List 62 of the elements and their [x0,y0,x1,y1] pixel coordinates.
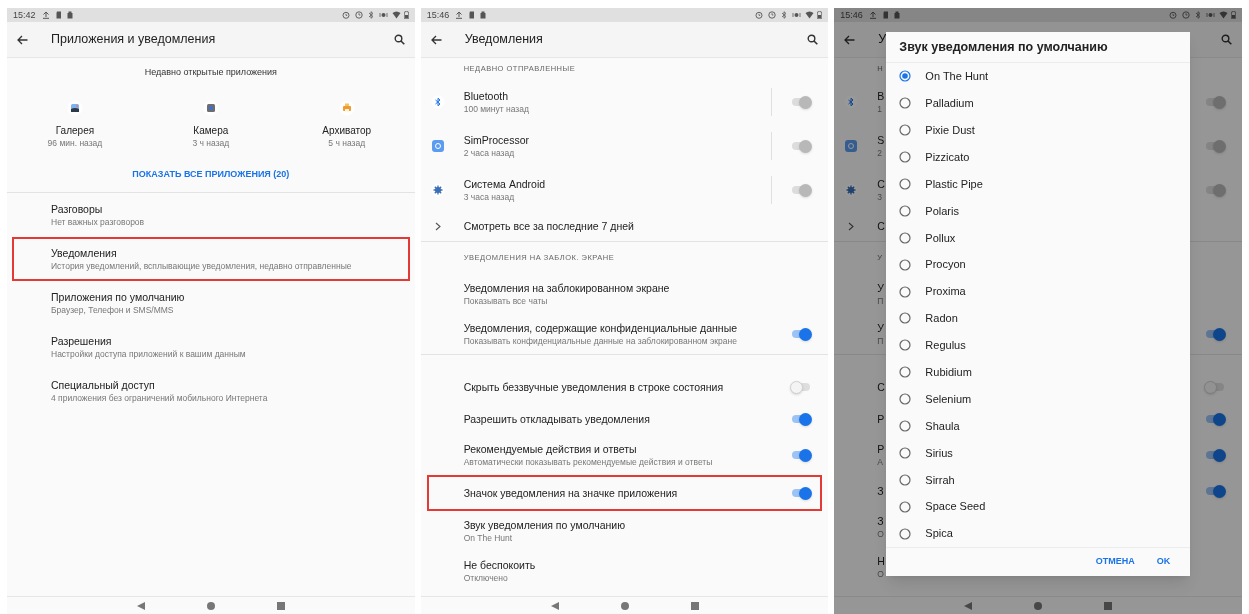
status-time: 15:46 [840,10,863,20]
app-name: Галерея [55,124,95,137]
screen-title: Уведомления [464,31,543,49]
setting-summary: Показывать все чаты [463,294,548,307]
notification-time: 100 минут назад [463,102,529,115]
notification-time: 3 часа назад [463,190,515,203]
notification-time: 1 [877,102,883,115]
setting-title: Уведомления [51,246,118,260]
setting-summary: А [877,455,883,468]
status-time: 15:46 [426,10,450,20]
setting-title: Р [877,412,885,426]
section-heading: Недавно открытые приложения [144,66,277,80]
setting-title: Специальный доступ [51,378,156,392]
setting-title: З [877,484,884,498]
app-name: С [877,177,885,191]
setting-title: Скрыть беззвучные уведомления в строке состояния [463,380,724,394]
setting-title: Разрешения [51,334,113,348]
setting-title: У [877,281,884,295]
app-name: SimProcessor [463,133,530,147]
setting-summary: История уведомлений, всплывающие уведомления, недавно отправленные [51,259,353,272]
status-time: 15:42 [13,10,36,20]
setting-title: У [877,321,884,335]
setting-summary: Настройки доступа приложений к вашим данным [51,347,247,360]
setting-summary: Браузер, Телефон и SMS/MMS [51,303,175,316]
setting-title: Значок уведомления на значке приложения [463,486,678,500]
dialog-title: Звук уведомления по умолчанию [899,38,1108,56]
setting-summary: П [877,294,884,307]
setting-title: Р [877,442,885,456]
setting-summary: П [877,334,884,347]
setting-title: Разговоры [51,202,104,216]
app-name: S [877,133,885,147]
setting-title: Звук уведомления по умолчанию [463,518,625,532]
app-name: Архиватор [322,124,372,137]
screen-title: Приложения и уведомления [51,31,216,49]
notification-time: 3 [877,190,883,203]
app-name: Система Android [463,177,546,191]
setting-summary: On The Hunt [463,531,513,544]
notification-time: 2 [877,146,883,159]
setting-title: Н [877,554,885,568]
app-name: Bluetooth [463,89,509,103]
last-opened-time: 3 ч назад [192,137,230,149]
app-name: Камера [193,124,229,137]
setting-title: Разрешить откладывать уведомления [463,412,650,426]
setting-title: Уведомления, содержащие конфиденциальные данные [463,321,738,335]
setting-title: З [877,514,884,528]
last-opened-time: 5 ч назад [328,137,366,149]
setting-summary: Нет важных разговоров [51,215,146,228]
setting-summary: 4 приложения без ограничений мобильного Интернета [51,391,269,404]
setting-title: С [877,380,885,394]
setting-title: Приложения по умолчанию [51,290,186,304]
screen-title: У [878,31,887,49]
app-name: B [877,89,885,103]
setting-summary: О [877,527,884,540]
setting-summary: Показывать конфиденциальные данные на заблокированном экране [463,334,737,347]
setting-summary: О [877,567,884,580]
setting-title: Рекомендуемые действия и ответы [463,442,637,456]
setting-summary: Отключено [463,571,508,584]
setting-title: Не беспокоить [463,558,536,572]
last-opened-time: 96 мин. назад [47,137,103,149]
setting-title: Уведомления на заблокированном экране [463,281,670,295]
setting-summary: Автоматически показывать рекомендуемые действия и ответы [463,455,713,468]
notification-time: 2 часа назад [463,146,515,159]
